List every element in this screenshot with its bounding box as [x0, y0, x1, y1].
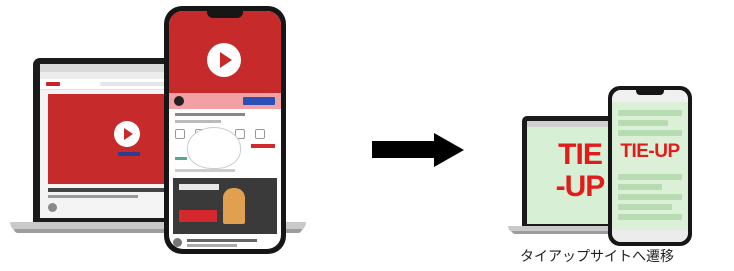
- content-row: [618, 130, 682, 136]
- phone-notch: [207, 11, 243, 18]
- thumbnail-label: [179, 210, 217, 222]
- mobile-video-player: [169, 21, 281, 93]
- site-logo: [46, 82, 60, 86]
- channel-icon-line: [175, 157, 187, 160]
- tie-up-text-phone: TIE-UP: [620, 141, 680, 162]
- avatar: [48, 203, 57, 212]
- right-phone-screen: TIE-UP: [612, 90, 688, 242]
- arrow-head: [434, 133, 464, 167]
- content-row: [618, 174, 682, 180]
- left-phone-screen: [169, 11, 281, 249]
- content-row: [618, 214, 682, 220]
- banner-avatar: [174, 96, 184, 106]
- banner-button: [243, 97, 275, 105]
- content-row: [618, 204, 672, 210]
- content-row: [618, 120, 668, 126]
- content-row: [618, 110, 682, 116]
- content-row: [618, 194, 682, 200]
- caption: タイアップサイトへ遷移: [520, 249, 674, 265]
- phone-notch: [636, 90, 664, 95]
- play-icon: [207, 43, 241, 77]
- play-icon: [114, 121, 140, 147]
- highlight-bubble: [187, 127, 241, 169]
- video-badge: [118, 152, 140, 156]
- subscribe-button: [251, 144, 275, 148]
- video-meta: [48, 195, 138, 198]
- phone-toolbar: [612, 230, 688, 242]
- video-title-line: [175, 113, 245, 116]
- video-meta-line: [175, 120, 221, 123]
- recommended-meta: [173, 238, 277, 248]
- comment-line: [175, 169, 235, 172]
- content-row: [618, 184, 662, 190]
- thumbnail-figure: [223, 188, 245, 224]
- recommended-thumbnail: [173, 178, 277, 234]
- right-arrow-icon: [372, 141, 436, 158]
- thumbnail-title: [179, 184, 219, 190]
- ad-banner: [169, 93, 281, 109]
